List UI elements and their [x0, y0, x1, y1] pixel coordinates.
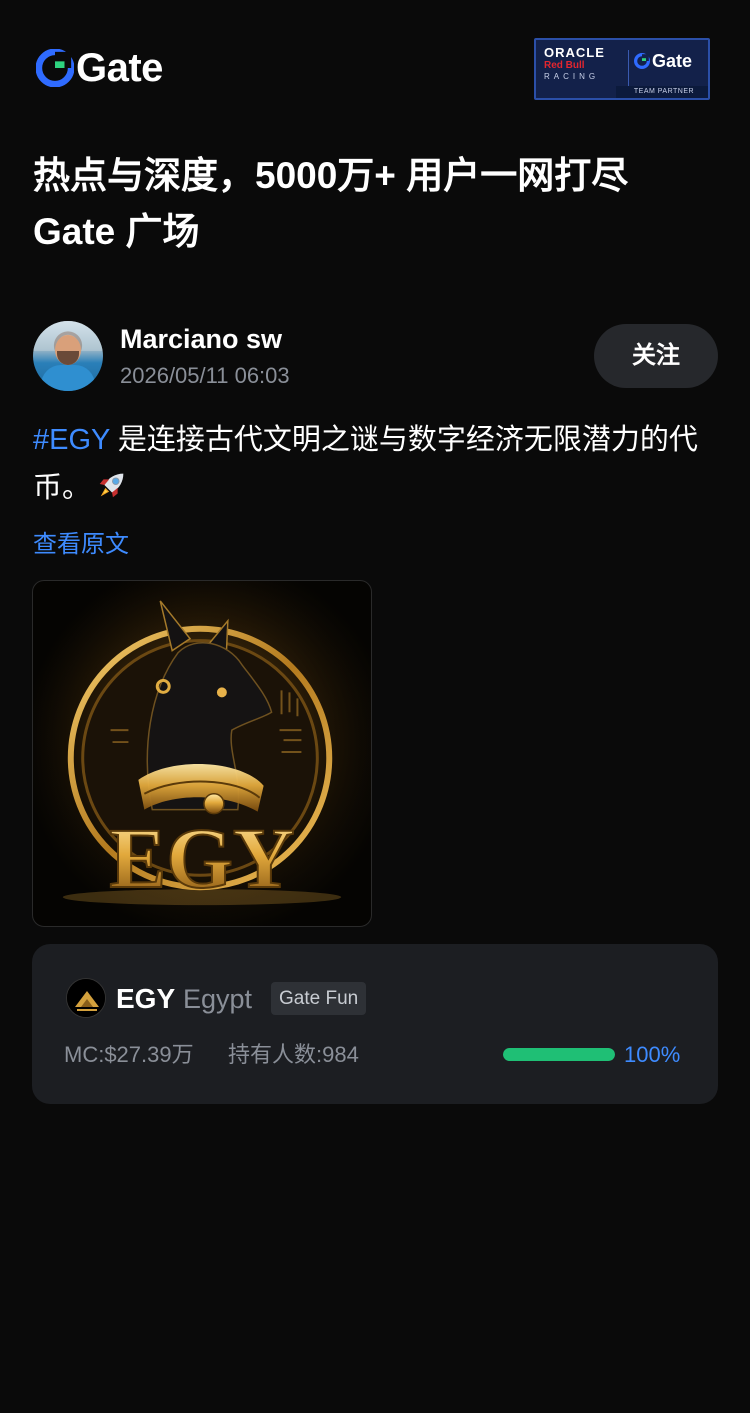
partner-divider [628, 50, 629, 86]
gate-mini-icon [634, 53, 650, 69]
post-image[interactable]: EGY [32, 580, 372, 927]
holders-count: 持有人数:984 [228, 1042, 359, 1067]
author-name[interactable]: Marciano sw [120, 322, 282, 356]
gate-fun-badge: Gate Fun [271, 982, 367, 1015]
oracle-redbull-logo: ORACLE Red Bull RACING [544, 46, 624, 86]
token-symbol: EGY [116, 983, 176, 1014]
gate-logo-icon [36, 49, 74, 87]
partner-gate-logo: Gate [634, 52, 692, 70]
progress-label: 100% [624, 1042, 681, 1067]
market-cap: MC:$27.39万 [64, 1042, 194, 1067]
page-headline: 热点与深度，5000万+ 用户一网打尽 Gate 广场 [33, 148, 723, 260]
rocket-icon [99, 473, 124, 498]
follow-button[interactable]: 关注 [594, 324, 718, 388]
headline-line-1: 热点与深度，5000万+ 用户一网打尽 [33, 155, 629, 196]
header: Gate ORACLE Red Bull RACING Gate TEAM PA… [0, 0, 750, 140]
partner-gate-text: Gate [652, 51, 693, 71]
post-text: #EGY 是连接古代文明之谜与数字经济无限潜力的代币。 [33, 416, 723, 512]
team-partner-label: TEAM PARTNER [616, 86, 708, 98]
partner-badge: ORACLE Red Bull RACING Gate TEAM PARTNER [534, 38, 710, 100]
headline-line-2: Gate 广场 [33, 211, 200, 252]
post-content: 是连接古代文明之谜与数字经济无限潜力的代币。 [33, 424, 698, 504]
oracle-text: ORACLE [544, 45, 605, 60]
egy-cat-illustration: EGY [33, 581, 371, 926]
token-avatar-icon [66, 978, 106, 1018]
logo-text: Gate [76, 46, 163, 90]
avatar[interactable] [33, 321, 103, 391]
post-timestamp: 2026/05/11 06:03 [120, 363, 290, 388]
gate-logo[interactable]: Gate [36, 48, 163, 88]
hashtag-link[interactable]: #EGY [33, 424, 110, 456]
racing-text: RACING [544, 72, 600, 81]
view-original-link[interactable]: 查看原文 [33, 528, 129, 562]
token-card[interactable]: EGY Egypt Gate Fun MC:$27.39万 持有人数:984 1… [32, 944, 718, 1104]
gate-square-page: Gate ORACLE Red Bull RACING Gate TEAM PA… [0, 0, 750, 1413]
progress-bar [503, 1048, 615, 1061]
token-name: Egypt [183, 984, 253, 1014]
redbull-text: Red Bull [544, 60, 585, 71]
progress-fill [503, 1048, 615, 1061]
